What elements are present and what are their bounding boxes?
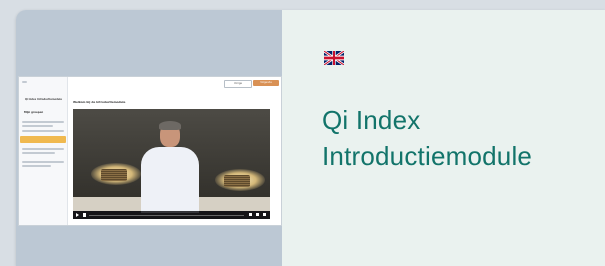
settings-icon — [249, 213, 252, 216]
thumbnail-sidebar-line — [22, 148, 64, 150]
thumbnail-section-label: Mijn groepen — [24, 111, 44, 114]
thumbnail-sidebar-line — [22, 125, 53, 127]
course-title-line2: Introductiemodule — [322, 141, 533, 171]
thumbnail-topbar: Vorige Volgende — [67, 77, 281, 91]
thumbnail-video — [73, 109, 270, 219]
course-info-panel: Qi Index Introductiemodule — [282, 10, 605, 266]
lamp-left — [101, 169, 127, 181]
thumbnail-next-button: Volgende — [253, 80, 279, 86]
volume-icon — [83, 213, 86, 217]
thumbnail-sidebar-line — [22, 121, 64, 123]
fullscreen-icon — [263, 213, 266, 216]
play-icon — [76, 213, 79, 217]
presenter-hair — [159, 121, 181, 130]
video-progress-track — [89, 214, 244, 216]
thumbnail-sidebar: Qi Index Introductiemodule Mijn groepen — [19, 77, 68, 225]
thumbnail-footer-text — [73, 222, 74, 225]
course-card[interactable]: Qi Index Introductiemodule Mijn groepen … — [16, 10, 605, 266]
thumbnail-selected-lesson — [20, 136, 66, 143]
captions-icon — [256, 213, 259, 216]
thumbnail-lesson-title: Welkom bij de Introductiemodule — [73, 100, 126, 104]
thumbnail-menu-icon — [22, 81, 27, 83]
course-screenshot: Qi Index Introductiemodule Mijn groepen … — [18, 76, 282, 226]
thumbnail-prev-button: Vorige — [224, 80, 252, 88]
thumbnail-sidebar-line — [22, 165, 51, 167]
thumbnail-sidebar-line — [22, 152, 55, 154]
course-title[interactable]: Qi Index Introductiemodule — [322, 102, 532, 174]
course-thumbnail-panel: Qi Index Introductiemodule Mijn groepen … — [16, 10, 282, 266]
lamp-right — [224, 175, 250, 187]
thumbnail-sidebar-line — [22, 161, 64, 163]
video-controls — [73, 211, 270, 219]
course-title-line1: Qi Index — [322, 105, 421, 135]
presenter-body — [141, 147, 199, 213]
uk-flag-icon — [324, 51, 344, 65]
thumbnail-course-title: Qi Index Introductiemodule — [25, 98, 62, 101]
thumbnail-sidebar-line — [22, 130, 64, 132]
